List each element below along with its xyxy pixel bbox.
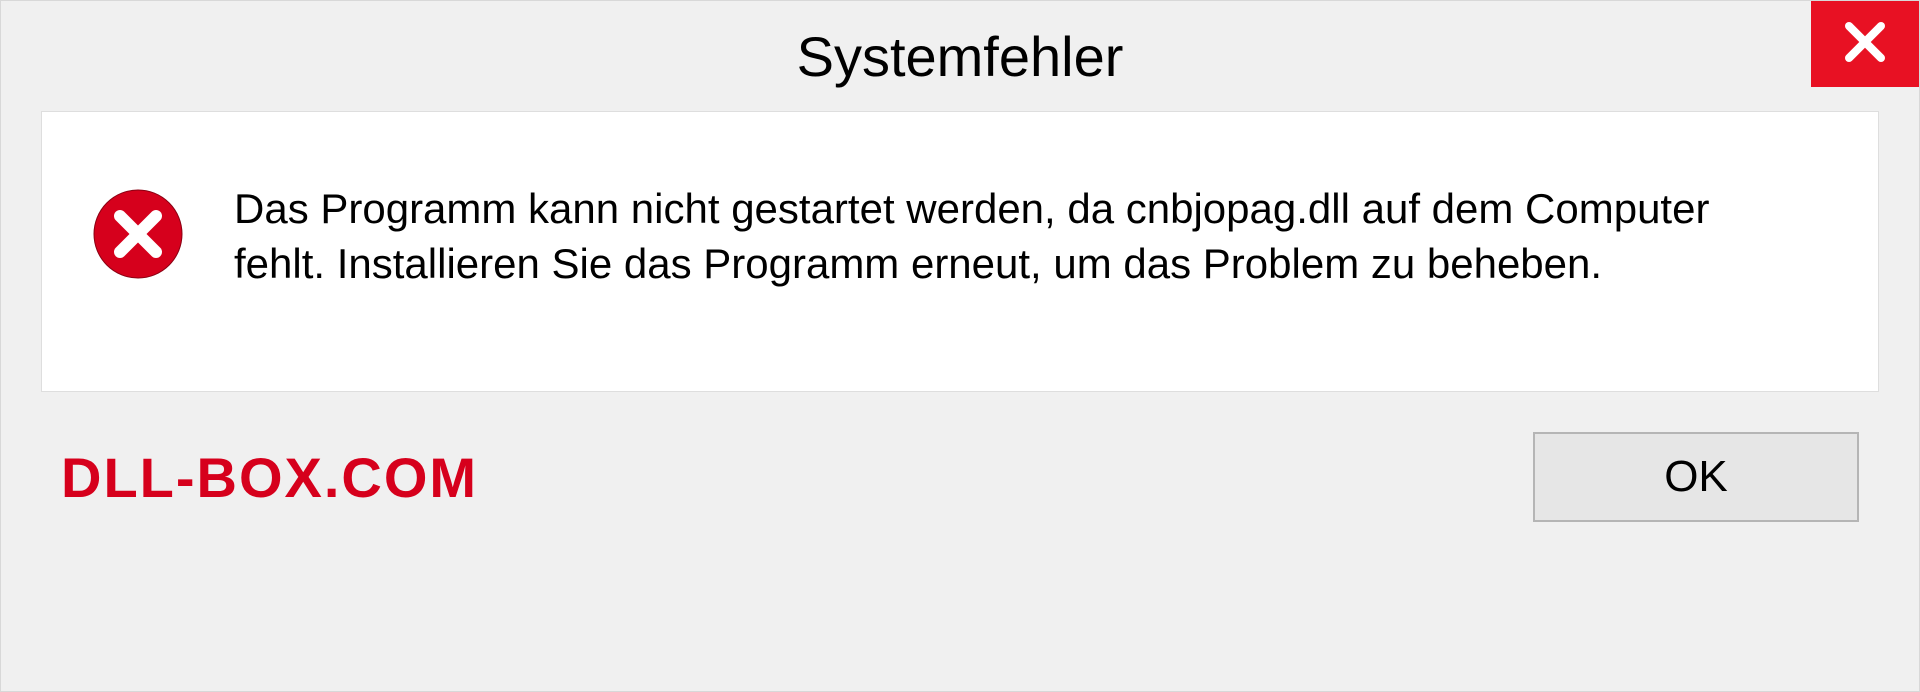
close-icon: [1843, 20, 1887, 69]
error-message: Das Programm kann nicht gestartet werden…: [234, 182, 1828, 291]
dialog-footer: DLL-BOX.COM OK: [1, 402, 1919, 552]
titlebar: Systemfehler: [1, 1, 1919, 111]
error-icon: [92, 188, 184, 280]
close-button[interactable]: [1811, 1, 1919, 87]
ok-button[interactable]: OK: [1533, 432, 1859, 522]
error-dialog: Systemfehler Das Programm kann nicht ges…: [0, 0, 1920, 692]
watermark-text: DLL-BOX.COM: [61, 445, 478, 510]
content-panel: Das Programm kann nicht gestartet werden…: [41, 111, 1879, 392]
dialog-title: Systemfehler: [797, 24, 1124, 89]
